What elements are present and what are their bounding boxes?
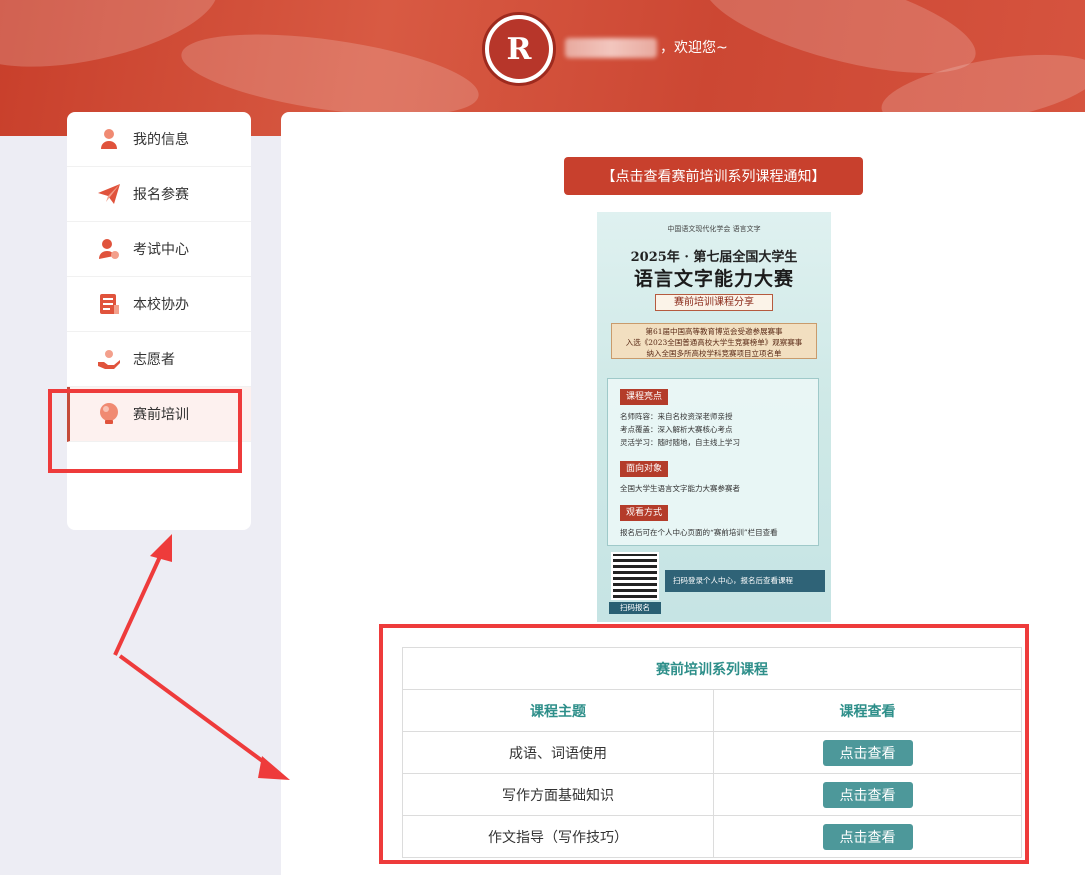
exam-user-icon (97, 237, 121, 261)
course-topic: 成语、词语使用 (402, 731, 714, 774)
logo-emblem: R (489, 19, 549, 79)
poster-line: 考点覆盖：深入解析大赛核心考点 (620, 425, 733, 434)
poster-line: 名师阵容：来自名校资深老师亲授 (620, 412, 733, 421)
training-poster: 中国语文现代化学会 语言文字 2025年 · 第七届全国大学生 语言文字能力大赛… (597, 212, 831, 622)
paper-plane-icon (97, 182, 121, 206)
table-title-row: 赛前培训系列课程 (402, 647, 1022, 690)
poster-line: 报名后可在个人中心页面的“赛前培训”栏目查看 (620, 528, 778, 537)
view-course-button[interactable]: 点击查看 (822, 739, 913, 766)
poster-scroll: 第61届中国高等教育博览会受邀参展赛事 入选《2023全国普通高校大学生竞赛榜单… (611, 323, 817, 359)
poster-scroll-line: 纳入全国多所高校学科竞赛项目立项名单 (646, 349, 782, 358)
arrowhead-up (150, 534, 172, 562)
poster-scroll-line: 第61届中国高等教育博览会受邀参展赛事 (645, 327, 783, 336)
course-topic: 写作方面基础知识 (402, 773, 714, 816)
welcome-text: ，欢迎您~ (660, 40, 728, 56)
poster-line: 全国大学生语言文字能力大赛参赛者 (620, 484, 740, 493)
user-icon (97, 127, 121, 151)
poster-section-tag: 观看方式 (620, 505, 669, 521)
sidebar-item-register[interactable]: 报名参赛 (67, 167, 251, 222)
poster-line: 灵活学习：随时随地，自主线上学习 (620, 438, 740, 447)
column-header-topic: 课程主题 (402, 689, 714, 732)
sidebar-item-volunteer[interactable]: 志愿者 (67, 332, 251, 387)
poster-year: 2025年 · 第七届全国大学生 (630, 250, 798, 265)
lightbulb-icon (97, 402, 121, 426)
qr-code-image (611, 552, 659, 600)
sidebar-item-label: 赛前培训 (133, 407, 189, 423)
qr-label: 扫码报名 (609, 602, 661, 614)
table-title: 赛前培训系列课程 (402, 647, 1022, 690)
course-view-cell: 点击查看 (713, 731, 1022, 774)
sidebar-item-label: 本校协办 (133, 297, 189, 313)
poster-scroll-line: 入选《2023全国普通高校大学生竞赛榜单》观察赛事 (625, 338, 803, 347)
poster-orgs: 中国语文现代化学会 语言文字 (667, 225, 761, 233)
sidebar-item-label: 考试中心 (133, 242, 189, 258)
sidebar-item-label: 我的信息 (133, 132, 189, 148)
username-redacted (565, 38, 657, 58)
document-icon (97, 292, 121, 316)
poster-info-box: 课程亮点 名师阵容：来自名校资深老师亲授 考点覆盖：深入解析大赛核心考点 灵活学… (607, 378, 819, 546)
course-table: 赛前培训系列课程 课程主题 课程查看 成语、词语使用 点击查看 写作方面基础知识… (402, 647, 1022, 858)
table-row: 成语、词语使用 点击查看 (402, 731, 1022, 774)
sidebar-item-label: 志愿者 (133, 352, 175, 368)
table-row: 作文指导（写作技巧） 点击查看 (402, 815, 1022, 858)
sidebar-item-my-info[interactable]: 我的信息 (67, 112, 251, 167)
arrow-line-up (113, 549, 165, 656)
poster-subtitle: 赛前培训课程分享 (655, 294, 773, 311)
poster-title: 语言文字能力大赛 (633, 268, 794, 290)
column-header-view: 课程查看 (713, 689, 1022, 732)
table-header-row: 课程主题 课程查看 (402, 689, 1022, 732)
poster-scan-text: 扫码登录个人中心，报名后查看课程 (665, 570, 825, 592)
sidebar-item-pre-training[interactable]: 赛前培训 (67, 387, 251, 442)
course-topic: 作文指导（写作技巧） (402, 815, 714, 858)
view-course-button[interactable]: 点击查看 (822, 823, 913, 850)
arrow-line-right (118, 654, 274, 770)
main-content: 【点击查看赛前培训系列课程通知】 中国语文现代化学会 语言文字 2025年 · … (281, 112, 1085, 875)
view-course-button[interactable]: 点击查看 (822, 781, 913, 808)
volunteer-hand-icon (97, 347, 121, 371)
sidebar-item-exam-center[interactable]: 考试中心 (67, 222, 251, 277)
table-row: 写作方面基础知识 点击查看 (402, 773, 1022, 816)
sidebar-item-label: 报名参赛 (133, 187, 189, 203)
site-logo[interactable]: R (482, 12, 556, 86)
training-notice-button[interactable]: 【点击查看赛前培训系列课程通知】 (564, 157, 863, 195)
course-view-cell: 点击查看 (713, 815, 1022, 858)
course-view-cell: 点击查看 (713, 773, 1022, 816)
poster-section-tag: 课程亮点 (620, 389, 669, 405)
poster-section-tag: 面向对象 (620, 461, 669, 477)
sidebar: 我的信息 报名参赛 考试中心 本校协办 志愿者 赛前培训 (67, 112, 251, 530)
sidebar-item-co-organize[interactable]: 本校协办 (67, 277, 251, 332)
